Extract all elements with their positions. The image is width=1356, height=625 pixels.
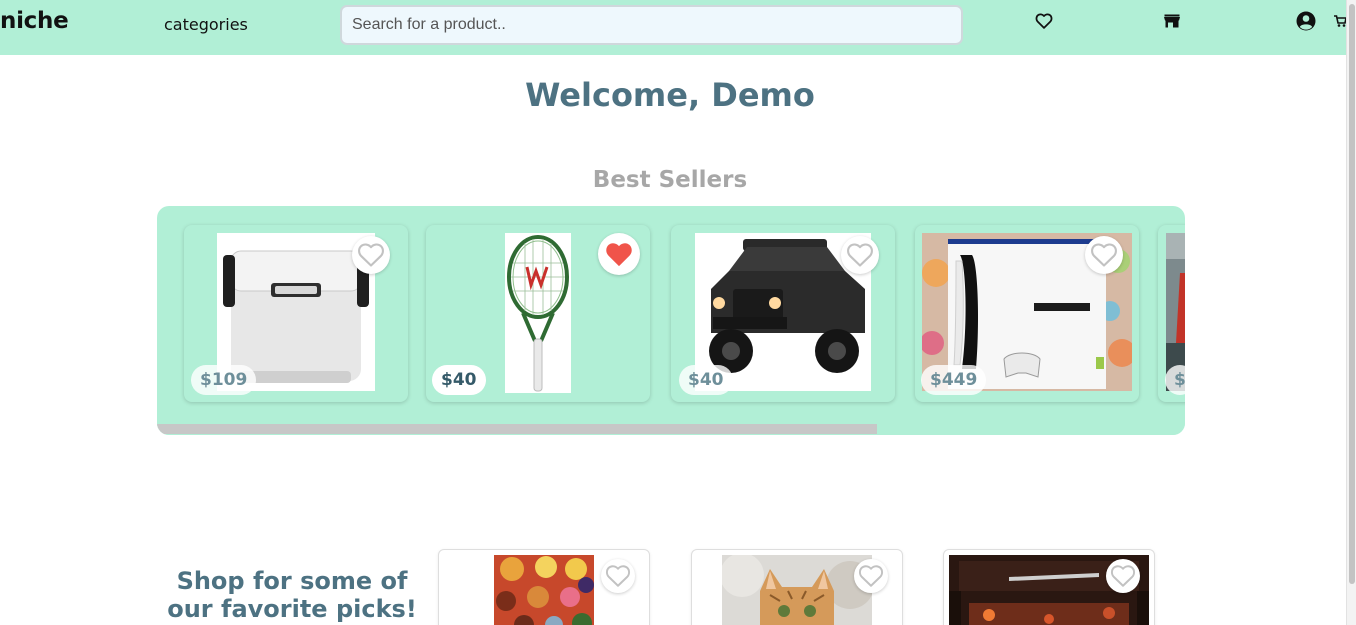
categories-link[interactable]: categories — [164, 15, 248, 34]
product-card-ps5[interactable]: $449 — [915, 225, 1139, 402]
favorite-toggle[interactable] — [601, 559, 635, 593]
page-scrollbar[interactable] — [1346, 0, 1356, 625]
best-sellers-heading: Best Sellers — [592, 167, 748, 193]
favorite-toggle[interactable] — [1106, 559, 1140, 593]
cat-painting-image — [722, 555, 872, 625]
product-card-cooler[interactable]: $109 — [184, 225, 408, 402]
product-card-ride-on-jeep[interactable]: $40 — [671, 225, 895, 402]
price-badge: $40 — [432, 365, 486, 395]
favorite-toggle[interactable] — [1085, 236, 1123, 274]
search-input[interactable] — [340, 5, 963, 45]
charcuterie-image — [494, 555, 594, 625]
price-badge: $449 — [921, 365, 987, 395]
store-icon[interactable] — [1162, 11, 1182, 31]
price-badge: $109 — [191, 365, 257, 395]
carousel-scrollbar-thumb[interactable] — [157, 424, 877, 434]
cart-icon[interactable] — [1334, 11, 1346, 31]
carousel-scrollbar[interactable] — [157, 422, 1185, 435]
favorite-toggle[interactable] — [841, 236, 879, 274]
best-sellers-carousel: $109 $40 $40 $449 $ — [157, 206, 1185, 435]
pick-card-desk-setup[interactable] — [943, 549, 1155, 625]
price-badge: $40 — [679, 365, 733, 395]
pick-card-charcuterie[interactable] — [438, 549, 650, 625]
product-card-partial[interactable]: $ — [1158, 225, 1185, 402]
product-card-tennis-racket[interactable]: $40 — [426, 225, 650, 402]
page-scrollbar-thumb[interactable] — [1349, 4, 1355, 584]
favorite-toggle[interactable] — [854, 559, 888, 593]
favorite-toggle[interactable] — [352, 236, 390, 274]
favorite-toggle[interactable] — [598, 233, 640, 275]
top-nav: niche categories — [0, 0, 1346, 55]
tennis-racket-image — [505, 233, 571, 393]
account-icon[interactable] — [1296, 11, 1316, 31]
pick-card-cat-painting[interactable] — [691, 549, 903, 625]
favorite-picks-heading: Shop for some of our favorite picks! — [167, 567, 417, 623]
heart-icon[interactable] — [1034, 11, 1054, 31]
page: niche categories Welcome, Demo Best Sell… — [0, 0, 1356, 625]
carousel-track: $109 $40 $40 $449 $ — [157, 206, 1185, 422]
logo[interactable]: niche — [0, 8, 69, 34]
welcome-heading: Welcome, Demo — [525, 76, 815, 114]
